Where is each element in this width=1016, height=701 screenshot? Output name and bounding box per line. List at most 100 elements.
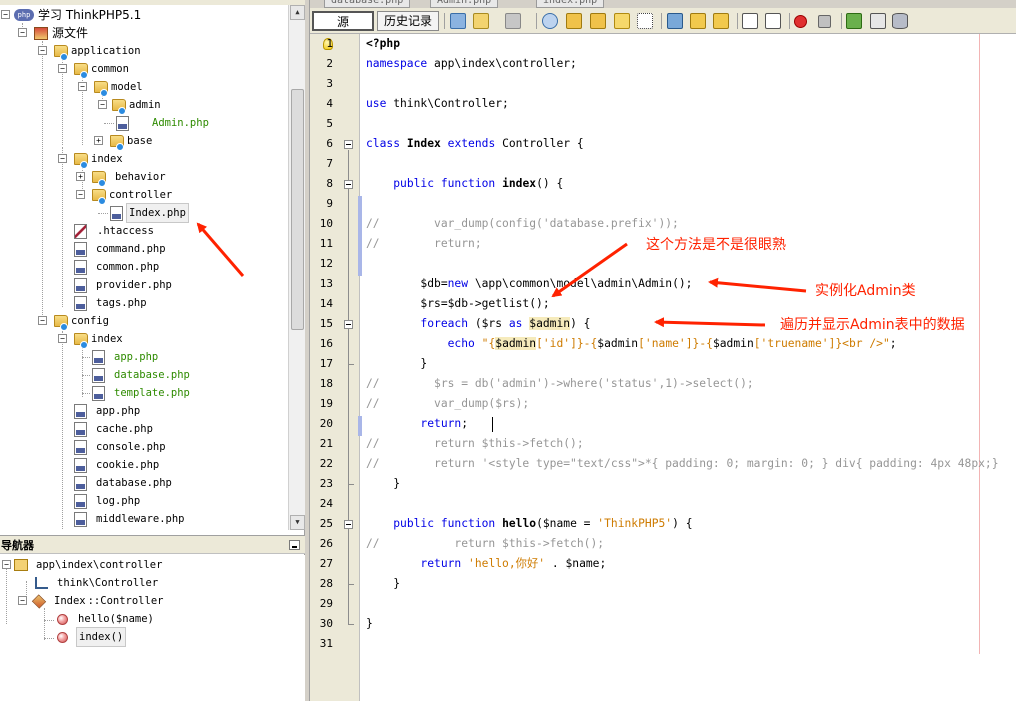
tree-node-cookie-php[interactable]: cookie.php bbox=[74, 456, 161, 474]
code-line-21: // return $this->fetch(); bbox=[366, 437, 584, 450]
collapse-toggle[interactable]: − bbox=[38, 46, 47, 55]
code-line-4: use think\Controller; bbox=[366, 97, 509, 110]
line-number: 26 bbox=[319, 537, 333, 550]
tree-node-behavior[interactable]: behavior bbox=[92, 168, 168, 187]
project-tree: − php 学习 ThinkPHP5.1 − 源文件 − application … bbox=[0, 5, 288, 530]
tree-node-index-template-php[interactable]: template.php bbox=[92, 384, 192, 402]
history-tab[interactable]: 历史记录 bbox=[377, 11, 439, 31]
tree-node-tags-php[interactable]: tags.php bbox=[74, 294, 149, 312]
nav-item-namespace[interactable]: app\index\controller bbox=[14, 556, 164, 574]
expand-toggle[interactable]: + bbox=[76, 172, 85, 181]
fold-toggle[interactable] bbox=[344, 180, 353, 189]
rect-selection-icon[interactable] bbox=[637, 13, 653, 29]
tree-node-index-php[interactable]: Index.php bbox=[110, 203, 189, 223]
tree-node-common-php[interactable]: common.php bbox=[74, 258, 161, 276]
tree-node-htaccess[interactable]: .htaccess bbox=[74, 222, 156, 240]
uncomment-icon[interactable] bbox=[870, 13, 886, 29]
tree-node-middleware-php[interactable]: middleware.php bbox=[74, 510, 187, 528]
collapse-toggle[interactable]: − bbox=[18, 596, 27, 605]
tree-node-source[interactable]: 源文件 bbox=[34, 24, 90, 42]
comment-icon[interactable] bbox=[846, 13, 862, 29]
tree-node-index[interactable]: index bbox=[74, 150, 125, 169]
tree-node-common[interactable]: common bbox=[74, 60, 131, 79]
editor-tab-index[interactable]: index.php bbox=[536, 0, 605, 8]
source-tab[interactable]: 源 bbox=[312, 11, 374, 31]
scroll-up-button[interactable]: ▲ bbox=[290, 5, 305, 20]
collapse-toggle[interactable]: − bbox=[58, 334, 67, 343]
tree-node-admin-php[interactable]: Admin.php bbox=[116, 114, 211, 132]
tree-node-model[interactable]: model bbox=[94, 78, 145, 97]
editor-tab-admin[interactable]: Admin.php bbox=[430, 0, 499, 8]
nav-item-hello[interactable]: hello($name) bbox=[57, 610, 156, 628]
next-bookmark-icon[interactable] bbox=[690, 13, 706, 29]
collapse-toggle[interactable]: − bbox=[38, 316, 47, 325]
tree-node-controller[interactable]: controller bbox=[92, 186, 174, 205]
expand-toggle[interactable]: + bbox=[94, 136, 103, 145]
tree-node-config[interactable]: config bbox=[54, 312, 111, 331]
collapse-toggle[interactable]: − bbox=[98, 100, 107, 109]
tree-node-index-database-php[interactable]: database.php bbox=[92, 366, 192, 384]
line-number: 17 bbox=[319, 357, 333, 370]
tree-node-admin[interactable]: admin bbox=[112, 96, 163, 115]
fold-toggle[interactable] bbox=[344, 520, 353, 529]
collapse-toggle[interactable]: − bbox=[18, 28, 27, 37]
method-icon bbox=[57, 613, 68, 625]
tree-node-config-index[interactable]: index bbox=[74, 330, 125, 349]
previous-bookmark-icon[interactable] bbox=[667, 13, 683, 29]
collapse-toggle[interactable]: − bbox=[76, 190, 85, 199]
line-number: 1 bbox=[326, 37, 333, 50]
tree-node-config-database-php[interactable]: database.php bbox=[74, 474, 174, 492]
tree-node-cache-php[interactable]: cache.php bbox=[74, 420, 155, 438]
minimize-button[interactable] bbox=[289, 540, 300, 550]
tree-node-provider-php[interactable]: provider.php bbox=[74, 276, 174, 294]
stop-macro-icon[interactable] bbox=[818, 15, 831, 28]
nav-item-use[interactable]: think\Controller bbox=[35, 574, 160, 592]
tree-node-config-app-php[interactable]: app.php bbox=[74, 402, 142, 420]
tree-node-console-php[interactable]: console.php bbox=[74, 438, 168, 456]
php-file-icon bbox=[92, 385, 105, 401]
nav-item-index[interactable]: index() bbox=[57, 627, 127, 647]
scroll-down-button[interactable]: ▼ bbox=[290, 515, 305, 530]
line-number: 31 bbox=[319, 637, 333, 650]
tree-scrollbar[interactable]: ▲ ▼ bbox=[288, 5, 305, 530]
toggle-bookmark-icon[interactable] bbox=[713, 13, 729, 29]
scroll-thumb[interactable] bbox=[291, 89, 304, 330]
collapse-toggle[interactable]: − bbox=[2, 560, 11, 569]
right-margin-line bbox=[979, 34, 980, 654]
collapse-toggle[interactable]: − bbox=[58, 154, 67, 163]
line-number: 20 bbox=[319, 417, 333, 430]
shift-right-icon[interactable] bbox=[765, 13, 781, 29]
database-icon[interactable] bbox=[892, 13, 908, 29]
nav-item-class[interactable]: Index::Controller bbox=[31, 592, 163, 610]
code-area[interactable]: <?php namespace app\index\controller; us… bbox=[361, 34, 1016, 701]
line-number: 28 bbox=[319, 577, 333, 590]
tree-node-log-php[interactable]: log.php bbox=[74, 492, 142, 510]
editor-tab-bar: database.php Admin.php index.php bbox=[310, 0, 1016, 8]
tree-node-index-app-php[interactable]: app.php bbox=[92, 348, 160, 366]
fold-toggle[interactable] bbox=[344, 320, 353, 329]
tree-node-application[interactable]: application bbox=[54, 42, 143, 61]
editor-tab-database[interactable]: database.php bbox=[324, 0, 411, 8]
forward-icon[interactable] bbox=[505, 13, 521, 29]
namespace-icon bbox=[14, 559, 28, 571]
code-line-30: } bbox=[366, 617, 373, 630]
toggle-highlight-icon[interactable] bbox=[614, 13, 630, 29]
back-icon[interactable] bbox=[473, 13, 489, 29]
find-next-icon[interactable] bbox=[590, 13, 606, 29]
shift-left-icon[interactable] bbox=[742, 13, 758, 29]
find-icon[interactable] bbox=[542, 13, 558, 29]
line-number: 2 bbox=[326, 57, 333, 70]
tree-node-command-php[interactable]: command.php bbox=[74, 240, 168, 258]
find-previous-icon[interactable] bbox=[566, 13, 582, 29]
tree-node-base[interactable]: base bbox=[110, 132, 154, 151]
start-macro-icon[interactable] bbox=[794, 15, 807, 28]
folder-icon bbox=[54, 45, 68, 61]
left-panel: − php 学习 ThinkPHP5.1 − 源文件 − application … bbox=[0, 0, 305, 701]
last-edit-icon[interactable] bbox=[450, 13, 466, 29]
collapse-toggle[interactable]: − bbox=[78, 82, 87, 91]
folder-icon bbox=[74, 63, 88, 79]
fold-toggle[interactable] bbox=[344, 140, 353, 149]
collapse-toggle[interactable]: − bbox=[58, 64, 67, 73]
collapse-toggle[interactable]: − bbox=[1, 10, 10, 19]
tree-node-project[interactable]: php 学习 ThinkPHP5.1 bbox=[14, 6, 143, 24]
